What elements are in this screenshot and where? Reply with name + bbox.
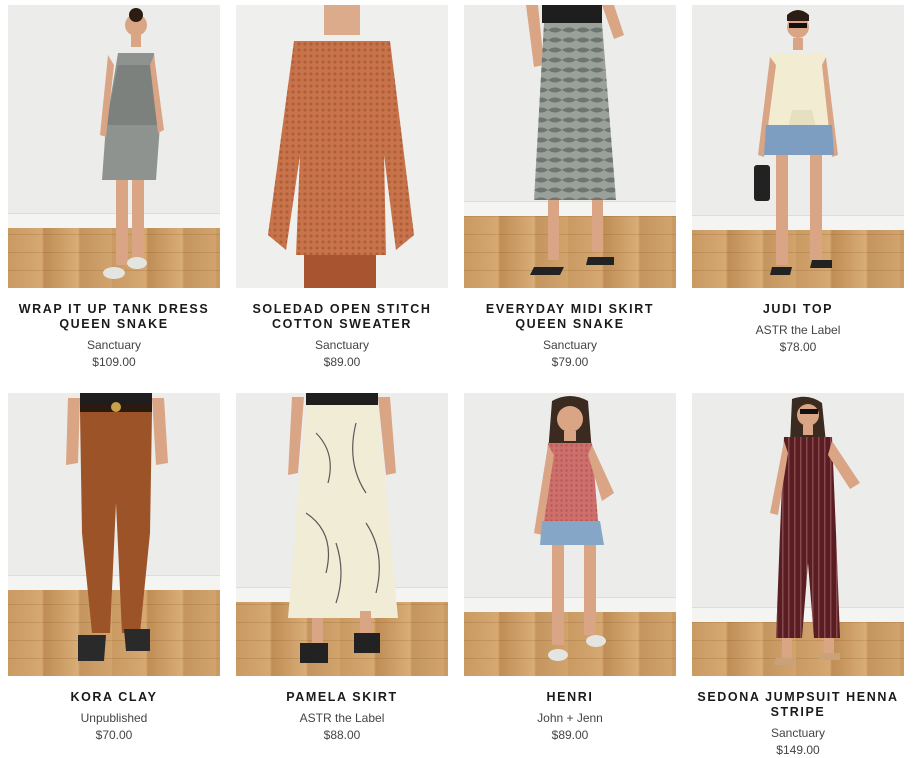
product-image[interactable] <box>236 393 448 676</box>
product-price: $70.00 <box>95 728 133 742</box>
product-price: $78.00 <box>779 340 817 354</box>
product-image[interactable] <box>464 5 676 288</box>
product-title[interactable]: HENRI <box>464 690 676 705</box>
product-title[interactable]: KORA CLAY <box>8 690 220 705</box>
model-figure <box>526 5 624 275</box>
model-figure <box>534 396 614 661</box>
product-price: $89.00 <box>551 728 589 742</box>
product-brand: John + Jenn <box>537 711 603 725</box>
product-card[interactable]: SEDONA JUMPSUIT HENNA STRIPE Sanctuary $… <box>692 393 904 758</box>
product-title[interactable]: JUDI TOP <box>692 302 904 317</box>
product-brand: Sanctuary <box>542 338 598 352</box>
product-image[interactable] <box>8 5 220 288</box>
product-price: $109.00 <box>92 355 136 369</box>
product-brand: ASTR the Label <box>755 323 841 337</box>
product-image[interactable] <box>8 393 220 676</box>
model-figure <box>288 393 398 663</box>
model-figure <box>268 5 414 288</box>
product-card[interactable]: PAMELA SKIRT ASTR the Label $88.00 <box>236 393 448 743</box>
product-image[interactable] <box>464 393 676 676</box>
product-price: $79.00 <box>551 355 589 369</box>
product-brand: Sanctuary <box>314 338 370 352</box>
model-figure <box>100 8 164 279</box>
product-card[interactable]: JUDI TOP ASTR the Label $78.00 <box>692 5 904 355</box>
product-image[interactable] <box>692 5 904 288</box>
product-title[interactable]: PAMELA SKIRT <box>236 690 448 705</box>
product-brand: Unpublished <box>80 711 148 725</box>
product-brand: Sanctuary <box>770 726 826 740</box>
product-card[interactable]: SOLEDAD OPEN STITCH COTTON SWEATER Sanct… <box>236 5 448 370</box>
product-image[interactable] <box>236 5 448 288</box>
model-figure <box>66 393 168 661</box>
product-card[interactable]: WRAP IT UP TANK DRESS QUEEN SNAKE Sanctu… <box>8 5 220 370</box>
product-price: $149.00 <box>776 743 820 757</box>
product-title[interactable]: SEDONA JUMPSUIT HENNA STRIPE <box>692 690 904 720</box>
product-brand: Sanctuary <box>86 338 142 352</box>
product-card[interactable]: KORA CLAY Unpublished $70.00 <box>8 393 220 743</box>
product-card[interactable]: EVERYDAY MIDI SKIRT QUEEN SNAKE Sanctuar… <box>464 5 676 370</box>
product-brand: ASTR the Label <box>299 711 385 725</box>
product-price: $89.00 <box>323 355 361 369</box>
model-figure <box>770 396 860 665</box>
product-title[interactable]: EVERYDAY MIDI SKIRT QUEEN SNAKE <box>464 302 676 332</box>
product-card[interactable]: HENRI John + Jenn $89.00 <box>464 393 676 743</box>
product-price: $88.00 <box>323 728 361 742</box>
product-title[interactable]: SOLEDAD OPEN STITCH COTTON SWEATER <box>236 302 448 332</box>
model-figure <box>754 10 838 275</box>
product-image[interactable] <box>692 393 904 676</box>
product-title[interactable]: WRAP IT UP TANK DRESS QUEEN SNAKE <box>8 302 220 332</box>
